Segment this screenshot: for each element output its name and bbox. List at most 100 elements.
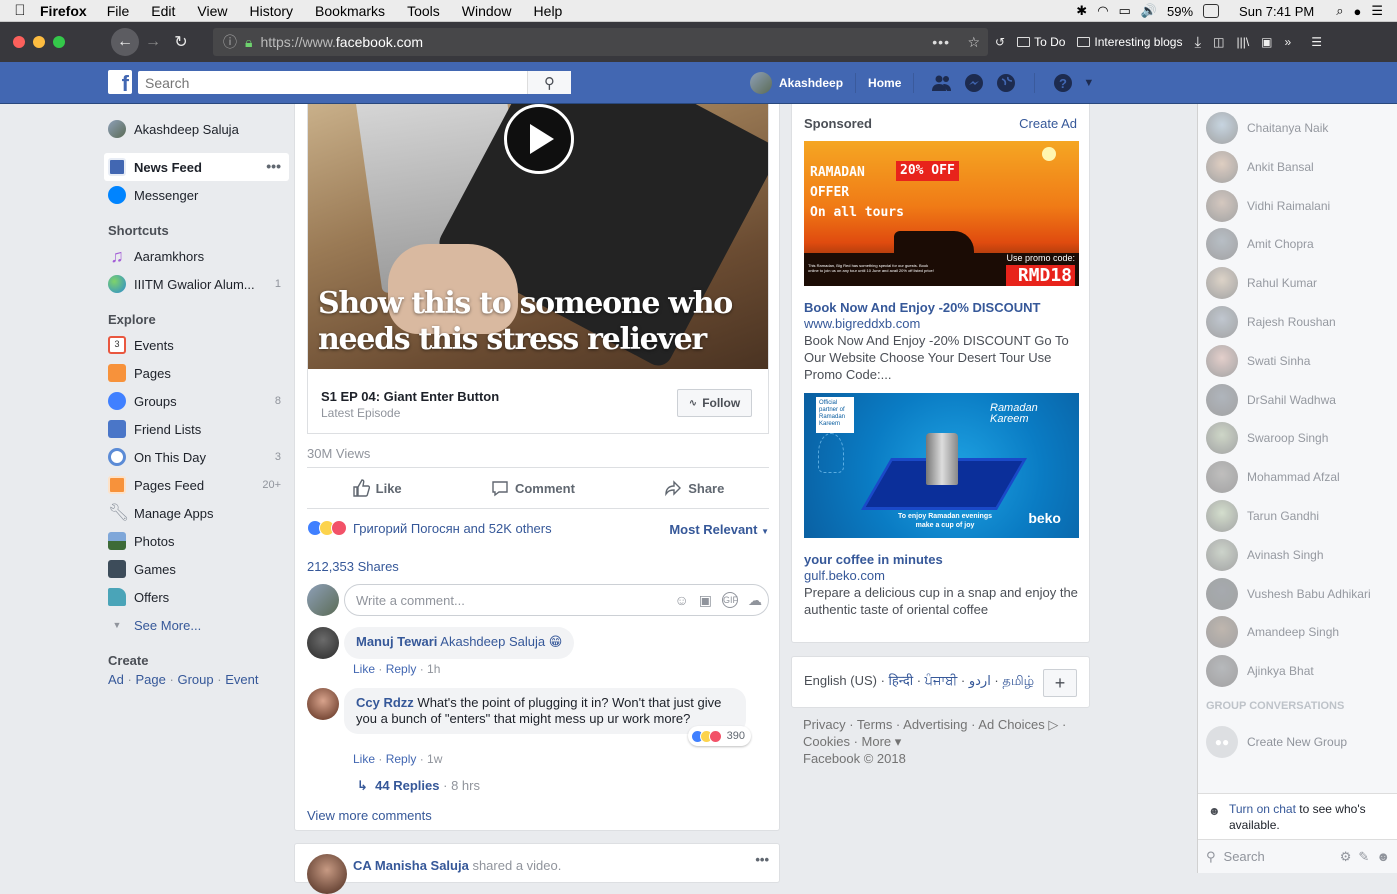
create-ad-link[interactable]: Ad [108,672,124,687]
profile-link[interactable]: Akashdeep [779,76,843,90]
menu-file[interactable]: File [107,3,130,19]
language-link[interactable]: हिन्दी [889,673,914,688]
comment-reply-link[interactable]: Reply [386,752,417,766]
avatar[interactable] [307,627,339,659]
chat-friend[interactable]: Rahul Kumar [1206,267,1317,300]
siri-icon[interactable]: ● [1353,4,1361,19]
explore-on-this-day[interactable]: On This Day 3 [104,443,289,471]
airplay-icon[interactable]: ▭ [1119,3,1131,19]
volume-icon[interactable]: 🔊 [1141,3,1157,19]
see-more-link[interactable]: ▼ See More... [104,611,289,639]
screenshot-icon[interactable]: ▣ [1261,35,1272,49]
battery-icon[interactable] [1203,4,1220,18]
emoji-icon[interactable]: ☺ [674,592,688,609]
sidebar-icon[interactable]: ◫ [1213,35,1224,49]
language-link[interactable]: اردو [969,673,991,688]
explore-manage-apps[interactable]: 🔧︎ Manage Apps [104,499,289,527]
create-page-link[interactable]: Page [136,672,166,687]
comment-like-link[interactable]: Like [353,752,375,766]
ad-url[interactable]: www.bigreddxb.com [804,316,920,331]
chat-friend[interactable]: Vushesh Babu Adhikari [1206,577,1371,610]
page-actions-icon[interactable]: ••• [932,34,950,50]
comment-like-link[interactable]: Like [353,662,375,676]
explore-pages-feed[interactable]: Pages Feed 20+ [104,471,289,499]
menu-window[interactable]: Window [462,3,512,19]
lock-icon[interactable]: 🔒︎ [245,34,252,51]
shortcut-iiitm-gwalior[interactable]: IIITM Gwalior Alum... 1 [104,270,289,298]
ad-description[interactable]: Prepare a delicious cup in a snap and en… [804,584,1079,618]
comment-input[interactable]: Write a comment... ☺ ▣ GIF ☁ [344,584,769,616]
downloads-icon[interactable]: ⤓ [1194,34,1201,51]
overflow-icon[interactable]: » [1285,35,1292,49]
facebook-logo-icon[interactable]: f [108,70,132,94]
explore-pages[interactable]: Pages [104,359,289,387]
replies-link[interactable]: ↳ 44 Replies · 8 hrs [357,778,480,794]
ad-image-beko[interactable]: Official partner of Ramadan Kareem Ramad… [804,393,1079,538]
close-window-icon[interactable] [13,36,25,48]
most-relevant-dropdown[interactable]: Most Relevant ▼ [669,522,769,537]
sidebar-item-news-feed[interactable]: News Feed ••• [104,153,289,181]
footer-links[interactable]: Privacy · Terms · Advertising · Ad Choic… [803,716,1083,733]
shares-count[interactable]: 212,353 Shares [307,559,399,574]
notifications-globe-icon[interactable] [996,73,1016,93]
gif-icon[interactable]: GIF [722,591,738,608]
chat-friend[interactable]: DrSahil Wadhwa [1206,383,1336,416]
avatar[interactable] [307,688,339,720]
comment-author[interactable]: Manuj Tewari [356,634,437,649]
add-language-button[interactable]: + [1043,669,1077,697]
turn-on-chat-link[interactable]: Turn on chat [1229,802,1296,816]
comment-time[interactable]: 1h [427,662,440,676]
zoom-window-icon[interactable] [53,36,65,48]
chat-search[interactable]: ⚲ Search ⚙ ✎ ☻ [1198,839,1397,873]
sticker-icon[interactable]: ☁ [748,592,762,609]
comment-reply-link[interactable]: Reply [386,662,417,676]
chat-friend[interactable]: Mohammad Afzal [1206,461,1340,494]
apple-menu-icon[interactable]:  [0,2,40,19]
wifi-icon[interactable]: ◠ [1097,3,1108,19]
create-event-link[interactable]: Event [225,672,258,687]
bookmark-interesting-blogs[interactable]: Interesting blogs [1077,35,1182,49]
explore-friend-lists[interactable]: Friend Lists [104,415,289,443]
comment-reactions[interactable]: 390 [687,726,751,746]
info-icon[interactable]: ⓘ [223,32,237,52]
comment-time[interactable]: 1w [427,752,442,766]
home-link[interactable]: Home [868,76,901,90]
url-bar[interactable]: ⓘ 🔒︎ https://www.facebook.com ••• ☆ [213,28,988,56]
app-menu[interactable]: Firefox [40,3,87,19]
forward-button[interactable]: → [139,33,167,51]
explore-events[interactable]: 3 Events [104,331,289,359]
new-group-icon[interactable]: ☻ [1376,849,1390,865]
chat-friend[interactable]: Ankit Bansal [1206,150,1314,183]
hamburger-menu-icon[interactable]: ☰ [1311,35,1322,49]
menu-view[interactable]: View [197,3,227,19]
gear-icon[interactable]: ⚙ [1340,849,1352,865]
avatar[interactable] [750,72,772,94]
library-icon[interactable]: |||\ [1236,35,1249,49]
chat-friend[interactable]: Swati Sinha [1206,344,1310,377]
history-icon[interactable]: ↺ [995,35,1005,49]
menu-edit[interactable]: Edit [151,3,175,19]
ad-title[interactable]: Book Now And Enjoy -20% DISCOUNT [804,300,1040,315]
replies-count[interactable]: 44 Replies [375,778,439,793]
clock[interactable]: Sun 7:41 PM [1239,4,1314,19]
shortcut-aaramkhors[interactable]: ♫ Aaramkhors [104,242,289,270]
more-options-icon[interactable]: ••• [266,158,281,174]
menu-help[interactable]: Help [534,3,563,19]
url-text[interactable]: https://www.facebook.com [260,34,423,50]
chat-friend[interactable]: Ajinkya Bhat [1206,655,1314,688]
reactions-text[interactable]: Григорий Погосян and 52K others [353,521,552,536]
like-button[interactable]: Like [352,479,402,497]
post-options-icon[interactable]: ••• [755,852,769,867]
chat-friend[interactable]: Tarun Gandhi [1206,500,1319,532]
messenger-icon[interactable] [964,73,984,93]
create-new-group[interactable]: ●● Create New Group [1206,726,1347,758]
sidebar-profile[interactable]: Akashdeep Saluja [104,115,289,143]
ad-image-ramadan-offer[interactable]: RAMADAN OFFER On all tours 20% OFF This Ra… [804,141,1079,286]
ad-description[interactable]: Book Now And Enjoy -20% DISCOUNT Go To O… [804,332,1079,383]
chat-friend[interactable]: Swaroop Singh [1206,422,1328,455]
explore-games[interactable]: Games [104,555,289,583]
bookmark-star-icon[interactable]: ☆ [967,34,980,51]
menu-history[interactable]: History [249,3,293,19]
comment-button[interactable]: Comment [491,479,575,497]
comment-author[interactable]: Ccy Rdzz [356,695,414,710]
